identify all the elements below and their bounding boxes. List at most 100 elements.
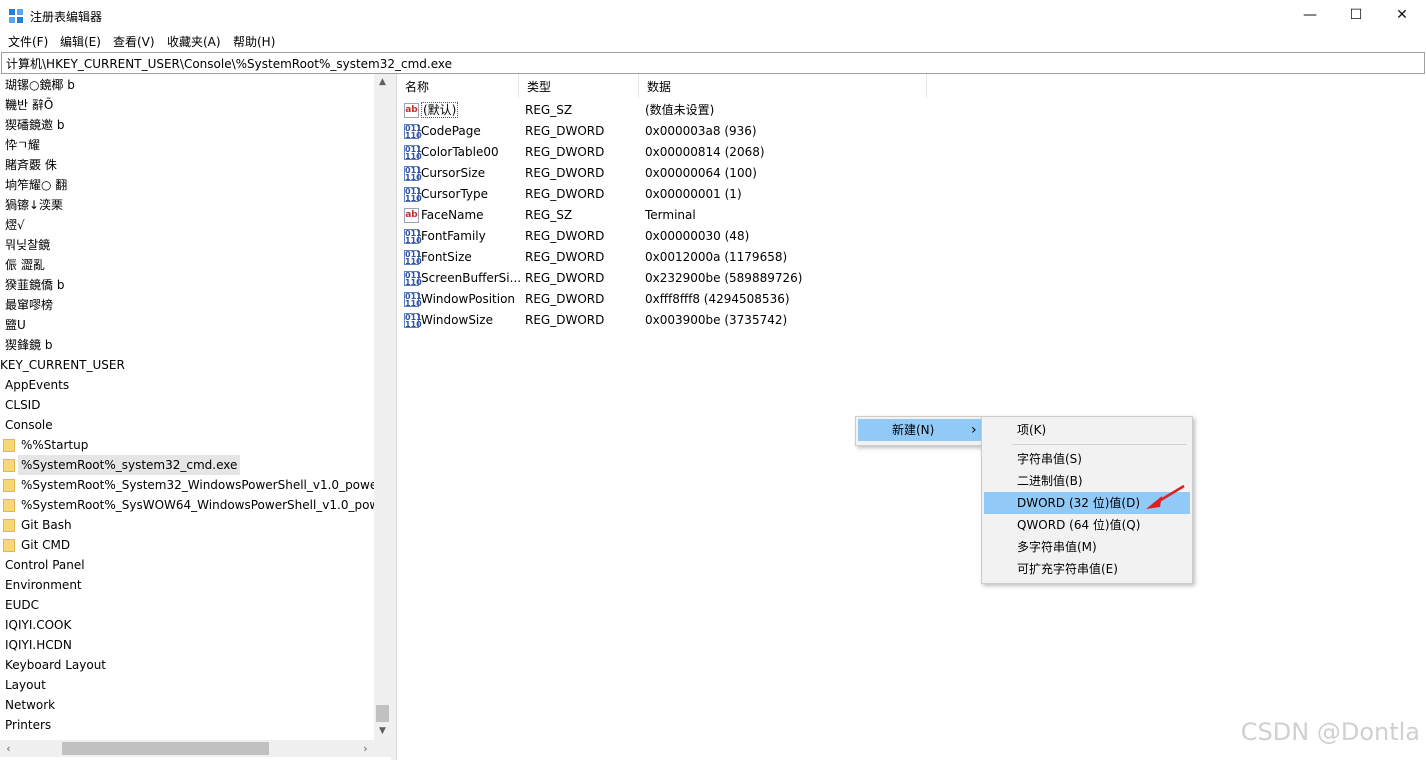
title-bar: 注册表编辑器 — ☐ ✕ — [0, 0, 1426, 31]
scroll-down-icon[interactable]: ▼ — [374, 723, 391, 740]
menu-item-new[interactable]: 新建(N) › — [858, 419, 982, 441]
scroll-thumb[interactable] — [376, 705, 389, 722]
value-type: REG_DWORD — [525, 250, 605, 264]
maximize-button[interactable]: ☐ — [1333, 0, 1379, 31]
binary-value-icon: 011 110 — [404, 292, 422, 308]
folder-icon — [3, 439, 15, 452]
address-bar[interactable]: 计算机\HKEY_CURRENT_USER\Console\%SystemRoo… — [1, 52, 1425, 74]
value-type: REG_DWORD — [525, 145, 605, 159]
value-type: REG_DWORD — [525, 271, 605, 285]
value-name: FontFamily — [421, 229, 486, 243]
value-row[interactable]: ab FaceName REG_SZ Terminal — [397, 205, 1297, 226]
binary-value-icon: 011 110 — [404, 250, 422, 266]
folder-icon — [3, 479, 15, 492]
menu-file[interactable]: 文件(F) — [8, 33, 48, 50]
value-name: (默认) — [421, 102, 459, 118]
value-row[interactable]: 011 110 WindowPosition REG_DWORD 0xfff8ff… — [397, 289, 1297, 310]
menu-item-new-label: 新建(N) — [892, 423, 935, 437]
binary-value-icon: 011 110 — [404, 166, 422, 182]
value-name: CodePage — [421, 124, 481, 138]
value-data: Terminal — [645, 208, 696, 222]
value-data: 0x232900be (589889726) — [645, 271, 803, 285]
value-type: REG_SZ — [525, 208, 573, 222]
value-data: 0x003900be (3735742) — [645, 313, 788, 327]
value-type: REG_DWORD — [525, 229, 605, 243]
string-value-icon: ab — [404, 103, 419, 118]
menu-bar: 文件(F) 编辑(E) 查看(V) 收藏夹(A) 帮助(H) — [0, 31, 1426, 51]
minimize-button[interactable]: — — [1287, 0, 1333, 31]
binary-value-icon: 011 110 — [404, 229, 422, 245]
value-row[interactable]: 011 110 CodePage REG_DWORD 0x000003a8 (93… — [397, 121, 1297, 142]
chevron-right-icon: › — [971, 422, 977, 438]
value-type: REG_SZ — [525, 103, 573, 117]
watermark-text: CSDN @Dontla — [1240, 718, 1420, 746]
value-name: FontSize — [421, 250, 472, 264]
context-menu: 新建(N) › — [855, 416, 985, 446]
submenu-item-expandable-string[interactable]: 可扩充字符串值(E) — [984, 558, 1190, 580]
value-name: WindowSize — [421, 313, 493, 327]
value-type: REG_DWORD — [525, 292, 605, 306]
column-header-data[interactable]: 数据 — [639, 74, 927, 98]
binary-value-icon: 011 110 — [404, 271, 422, 287]
menu-help[interactable]: 帮助(H) — [233, 33, 275, 50]
registry-editor-icon — [9, 9, 23, 23]
value-type: REG_DWORD — [525, 124, 605, 138]
value-data: 0x00000001 (1) — [645, 187, 742, 201]
value-type: REG_DWORD — [525, 313, 605, 327]
folder-icon — [3, 519, 15, 532]
submenu-item-key[interactable]: 项(K) — [984, 419, 1190, 441]
folder-icon — [3, 539, 15, 552]
value-data: (数值未设置) — [645, 103, 715, 117]
value-data: 0x000003a8 (936) — [645, 124, 757, 138]
value-row[interactable]: 011 110 ColorTable00 REG_DWORD 0x00000814… — [397, 142, 1297, 163]
value-row[interactable]: 011 110 CursorSize REG_DWORD 0x00000064 (… — [397, 163, 1297, 184]
value-name: CursorType — [421, 187, 489, 201]
menu-favorites[interactable]: 收藏夹(A) — [167, 33, 221, 50]
value-data: 0xfff8fff8 (4294508536) — [645, 292, 790, 306]
value-data: 0x00000064 (100) — [645, 166, 757, 180]
value-name: ScreenBufferSi... — [421, 271, 522, 285]
submenu-item-qword[interactable]: QWORD (64 位)值(Q) — [984, 514, 1190, 536]
submenu-item-string[interactable]: 字符串值(S) — [984, 448, 1190, 470]
value-row[interactable]: 011 110 CursorType REG_DWORD 0x00000001 (… — [397, 184, 1297, 205]
menu-separator — [1012, 444, 1186, 445]
scroll-left-icon[interactable]: ‹ — [0, 740, 17, 757]
tree-horizontal-scrollbar[interactable]: ‹ › — [0, 740, 374, 757]
column-header-name[interactable]: 名称 — [397, 74, 519, 98]
binary-value-icon: 011 110 — [404, 145, 422, 161]
column-header-type[interactable]: 类型 — [519, 74, 639, 98]
value-row[interactable]: 011 110 FontFamily REG_DWORD 0x00000030 (… — [397, 226, 1297, 247]
menu-edit[interactable]: 编辑(E) — [60, 33, 101, 50]
string-value-icon: ab — [404, 208, 419, 223]
submenu-item-multi-string[interactable]: 多字符串值(M) — [984, 536, 1190, 558]
value-name: ColorTable00 — [421, 145, 499, 159]
scroll-right-icon[interactable]: › — [357, 740, 374, 757]
scroll-corner — [374, 740, 391, 757]
value-name: CursorSize — [421, 166, 486, 180]
binary-value-icon: 011 110 — [404, 187, 422, 203]
folder-icon — [3, 459, 15, 472]
close-button[interactable]: ✕ — [1379, 0, 1425, 31]
value-row[interactable]: 011 110 ScreenBufferSi... REG_DWORD 0x232… — [397, 268, 1297, 289]
value-name: WindowPosition — [421, 292, 516, 306]
value-type: REG_DWORD — [525, 166, 605, 180]
value-row[interactable]: 011 110 WindowSize REG_DWORD 0x003900be (… — [397, 310, 1297, 331]
window-title: 注册表编辑器 — [30, 10, 103, 24]
binary-value-icon: 011 110 — [404, 313, 422, 329]
value-data: 0x00000814 (2068) — [645, 145, 765, 159]
scroll-up-icon[interactable]: ▲ — [374, 74, 391, 91]
key-tree: 瑚镙○鏡椰 b 鞿반 辭Õ 猰磻鏡邀 b 忰ㄱ耀 賭斉覈 侏 垧笮耀○ 翻 猧镲… — [0, 74, 391, 760]
value-row[interactable]: 011 110 FontSize REG_DWORD 0x0012000a (11… — [397, 247, 1297, 268]
value-name: FaceName — [421, 208, 484, 222]
scroll-thumb[interactable] — [62, 742, 269, 755]
tree-vertical-scrollbar[interactable]: ▲ ▼ — [374, 74, 391, 740]
binary-value-icon: 011 110 — [404, 124, 422, 140]
value-data: 0x00000030 (48) — [645, 229, 750, 243]
value-data: 0x0012000a (1179658) — [645, 250, 788, 264]
folder-icon — [3, 499, 15, 512]
value-row-default[interactable]: ab (默认) REG_SZ (数值未设置) — [397, 100, 1297, 121]
address-path[interactable]: 计算机\HKEY_CURRENT_USER\Console\%SystemRoo… — [6, 55, 452, 72]
value-type: REG_DWORD — [525, 187, 605, 201]
red-arrow-icon — [1146, 484, 1185, 509]
menu-view[interactable]: 查看(V) — [113, 33, 155, 50]
